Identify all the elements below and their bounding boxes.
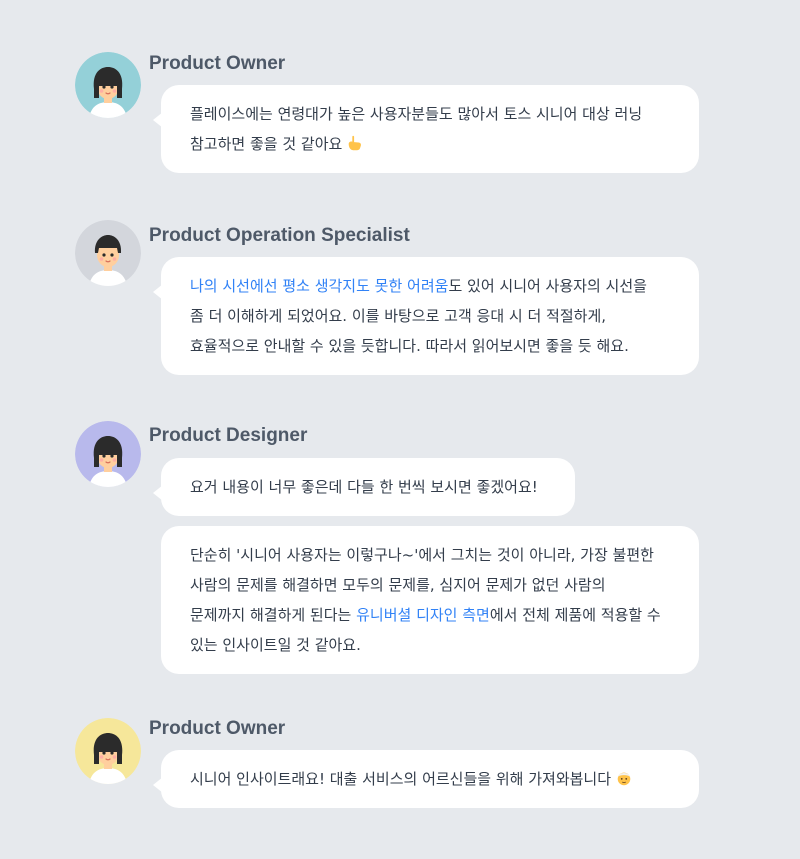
- message-line: 문제까지 해결하게 된다는 유니버셜 디자인 측면에서 전체 제품에 적용할 수: [190, 600, 671, 630]
- message-text: 효율적으로 안내할 수 있을 듯합니다. 따라서 읽어보시면 좋을 듯 해요.: [190, 337, 629, 355]
- message-line: 플레이스에는 연령대가 높은 사용자분들도 많아서 토스 시니어 대상 러닝: [190, 99, 671, 129]
- bubble-tail: [153, 485, 163, 501]
- bubble-tail: [153, 112, 163, 128]
- message-bubble[interactable]: 단순히 '시니어 사용자는 이렇구나~'에서 그치는 것이 아니라, 가장 불편…: [161, 526, 699, 674]
- highlighted-text: 나의 시선에선 평소 생각지도 못한 어려움: [190, 277, 449, 295]
- message-line: 사람의 문제를 해결하면 모두의 문제를, 심지어 문제가 없던 사람의: [190, 570, 671, 600]
- message-line: 시니어 인사이트래요! 대출 서비스의 어르신들을 위해 가져와봅니다: [190, 764, 671, 794]
- message-line: 있는 인사이트일 것 같아요.: [190, 630, 671, 660]
- message-bubble[interactable]: 시니어 인사이트래요! 대출 서비스의 어르신들을 위해 가져와봅니다: [153, 750, 699, 808]
- message-text: 단순히 '시니어 사용자는 이렇구나~'에서 그치는 것이 아니라, 가장 불편…: [190, 546, 654, 564]
- message-text: 있는 인사이트일 것 같아요.: [190, 636, 361, 654]
- message-text: 시니어 인사이트래요! 대출 서비스의 어르신들을 위해 가져와봅니다: [190, 770, 612, 788]
- avatar[interactable]: [75, 718, 141, 784]
- avatar[interactable]: [75, 220, 141, 286]
- message-bubble[interactable]: 요거 내용이 너무 좋은데 다들 한 번씩 보시면 좋겠어요!: [153, 458, 575, 516]
- message-line: 효율적으로 안내할 수 있을 듯합니다. 따라서 읽어보시면 좋을 듯 해요.: [190, 331, 671, 361]
- message-text: 에서 전체 제품에 적용할 수: [489, 606, 661, 624]
- message-text: 사람의 문제를 해결하면 모두의 문제를, 심지어 문제가 없던 사람의: [190, 576, 606, 594]
- old-person-icon: [611, 770, 633, 788]
- message-line: 요거 내용이 너무 좋은데 다들 한 번씩 보시면 좋겠어요!: [190, 472, 547, 502]
- message-bubble[interactable]: 플레이스에는 연령대가 높은 사용자분들도 많아서 토스 시니어 대상 러닝참고…: [153, 85, 699, 173]
- highlighted-text: 유니버셜 디자인 측면: [356, 606, 490, 624]
- message-line: 좀 더 이해하게 되었어요. 이를 바탕으로 고객 응대 시 더 적절하게,: [190, 301, 671, 331]
- message-line: 나의 시선에선 평소 생각지도 못한 어려움도 있어 시니어 사용자의 시선을: [190, 271, 671, 301]
- person-avatar-female-icon: [75, 52, 141, 118]
- message-text: 요거 내용이 너무 좋은데 다들 한 번씩 보시면 좋겠어요!: [190, 478, 538, 496]
- person-avatar-female-icon: [75, 718, 141, 784]
- message-bubble[interactable]: 나의 시선에선 평소 생각지도 못한 어려움도 있어 시니어 사용자의 시선을좀…: [153, 257, 699, 375]
- sender-name: Product Owner: [149, 53, 286, 74]
- sender-name: Product Designer: [149, 425, 308, 446]
- pointing-hand-icon: [342, 135, 364, 153]
- sender-name: Product Owner: [149, 718, 286, 739]
- sender-name: Product Operation Specialist: [149, 225, 410, 246]
- message-line: 참고하면 좋을 것 같아요: [190, 129, 671, 159]
- message-text: 도 있어 시니어 사용자의 시선을: [448, 277, 647, 295]
- message-text: 문제까지 해결하게 된다는: [190, 606, 357, 624]
- avatar[interactable]: [75, 421, 141, 487]
- person-avatar-female-icon: [75, 421, 141, 487]
- bubble-tail: [153, 777, 163, 793]
- message-text: 참고하면 좋을 것 같아요: [190, 135, 343, 153]
- person-avatar-male-icon: [75, 220, 141, 286]
- message-text: 플레이스에는 연령대가 높은 사용자분들도 많아서 토스 시니어 대상 러닝: [190, 105, 643, 123]
- bubble-tail: [153, 284, 163, 300]
- avatar[interactable]: [75, 52, 141, 118]
- message-line: 단순히 '시니어 사용자는 이렇구나~'에서 그치는 것이 아니라, 가장 불편…: [190, 540, 671, 570]
- message-text: 좀 더 이해하게 되었어요. 이를 바탕으로 고객 응대 시 더 적절하게,: [190, 307, 607, 325]
